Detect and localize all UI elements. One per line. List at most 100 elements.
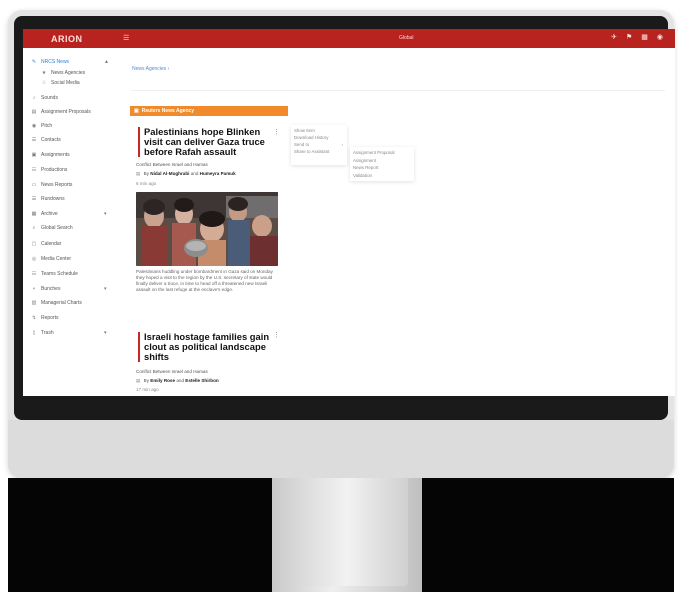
submenu-item[interactable]: Assignment — [353, 157, 411, 165]
sidebar-item-label: Global Search — [41, 225, 73, 231]
grid-icon[interactable]: ▦ — [641, 33, 648, 41]
sidebar-item[interactable]: ☷ Productions — [31, 166, 68, 174]
sidebar: ✎ NRCS News ▲ ★ News Agencies ♧ Social Media ♪ S… — [23, 48, 121, 396]
chevron-up-icon[interactable]: ▲ — [104, 59, 109, 65]
author-icon: ▤ — [136, 378, 141, 383]
sidebar-item[interactable]: ♧ Social Media — [41, 79, 80, 87]
sidebar-item[interactable]: ▤ Assignment Proposals — [31, 108, 91, 116]
star-icon: ★ — [41, 70, 47, 76]
sidebar-item[interactable]: ↯ Reports — [31, 314, 59, 322]
desktop-scene: ARION ☰ Global ✈ ⚑ ▦ ◉ ✎ NRCS News ▲ ★ News … — [0, 0, 678, 592]
sidebar-item[interactable]: ▯ Trash — [31, 329, 54, 337]
sidebar-item-label: Reports — [41, 315, 59, 321]
sidebar-item[interactable]: ▣ Assignments — [31, 151, 70, 159]
kebab-menu-icon[interactable]: ⋮ — [273, 331, 280, 339]
article-category: Conflict Between Israel and Hamas — [136, 369, 208, 374]
sidebar-item[interactable]: ☰ Contacts — [31, 136, 61, 144]
article-time: 6 min ago — [136, 181, 157, 186]
global-search[interactable]: Global — [399, 35, 413, 41]
app-window: ARION ☰ Global ✈ ⚑ ▦ ◉ ✎ NRCS News ▲ ★ News … — [23, 29, 675, 396]
proposal-icon: ▤ — [31, 109, 37, 115]
sidebar-item-label: Managerial Charts — [41, 300, 82, 306]
report-icon: ↯ — [31, 315, 37, 321]
archive-icon: ▦ — [31, 211, 37, 217]
top-icons: ✈ ⚑ ▦ ◉ — [611, 33, 663, 41]
context-menu-item[interactable]: Show Item — [294, 127, 344, 134]
sidebar-item-label: News Reports — [41, 182, 73, 188]
pin-icon[interactable]: ✈ — [611, 33, 617, 41]
sidebar-item[interactable]: ▭ News Reports — [31, 181, 73, 189]
rundowns-icon: ☰ — [31, 196, 37, 202]
breadcrumb[interactable]: News Agencies › — [132, 66, 169, 72]
article-title[interactable]: Palestinians hope Blinken visit can deli… — [138, 127, 276, 157]
pitch-icon: ◉ — [31, 123, 37, 129]
menu-icon[interactable]: ☰ — [123, 34, 129, 42]
chevron-down-icon[interactable]: ▾ — [104, 286, 107, 292]
sidebar-item-label: Assignments — [41, 152, 70, 158]
flag-icon[interactable]: ⚑ — [626, 33, 632, 41]
share-icon: ♧ — [41, 80, 47, 86]
news-icon: ✎ — [31, 59, 37, 65]
chevron-down-icon[interactable]: ▾ — [104, 330, 107, 336]
sidebar-item-label: Calendar — [41, 241, 62, 247]
chevron-down-icon[interactable]: ▾ — [104, 211, 107, 217]
brand-logo[interactable]: ARION — [51, 34, 83, 44]
sidebar-item[interactable]: ▦ Archive — [31, 210, 58, 218]
search-icon: ⌕ — [32, 225, 36, 231]
sidebar-item[interactable]: ◎ Media Center — [31, 255, 71, 263]
music-icon: ♪ — [32, 95, 36, 101]
trash-icon: ▯ — [32, 330, 36, 336]
column-title: Reuters News Agency — [141, 108, 195, 114]
sidebar-item-label: Archive — [41, 211, 58, 217]
context-menu-item[interactable]: Share to Assistant — [294, 148, 344, 155]
user-avatar-icon[interactable]: ◉ — [657, 33, 663, 41]
monitor-stand — [272, 478, 422, 592]
send-to-submenu: Assignment Proposal Assignment News Repo… — [350, 147, 414, 181]
sidebar-item[interactable]: ♪ Sounds — [31, 94, 58, 102]
sidebar-item[interactable]: ☷ Teams Schedule — [31, 270, 78, 278]
monitor-chin — [8, 420, 674, 478]
assignments-icon: ▣ — [31, 152, 37, 158]
sidebar-item-label: Social Media — [51, 80, 80, 86]
chevron-right-icon: › — [341, 142, 343, 147]
calendar-icon: ▢ — [31, 241, 37, 247]
context-menu-item[interactable]: Send to › — [294, 141, 344, 148]
sidebar-item-label: Teams Schedule — [41, 271, 78, 277]
submenu-item[interactable]: News Report — [353, 164, 411, 172]
context-menu-item[interactable]: Download History — [294, 134, 344, 141]
charts-icon: ▥ — [31, 300, 37, 306]
article-title[interactable]: Israeli hostage families gain clout as p… — [138, 332, 276, 362]
crowd-photo — [136, 192, 278, 266]
sidebar-item[interactable]: ✎ NRCS News — [31, 58, 69, 66]
article-byline: ▤ By Emily Rose and Estelle Shirbon — [136, 378, 219, 383]
sidebar-item-label: Sounds — [41, 95, 58, 101]
column-header: ▣ Reuters News Agency — [130, 106, 288, 116]
top-bar: ARION ☰ Global ✈ ⚑ ▦ ◉ — [23, 29, 675, 48]
sidebar-item[interactable]: ⑂ Bunches — [31, 285, 60, 293]
sidebar-item[interactable]: ⌕ Global Search — [31, 224, 73, 232]
sidebar-item-label: Pitch — [41, 123, 53, 129]
article-category: Conflict Between Israel and Hamas — [136, 162, 208, 167]
sidebar-item[interactable]: ◉ Pitch — [31, 122, 52, 130]
article-time: 17 min ago — [136, 387, 159, 392]
article-photo[interactable] — [136, 192, 278, 266]
filter-row — [131, 83, 665, 91]
sidebar-item[interactable]: ★ News Agencies — [41, 69, 85, 77]
media-icon: ◎ — [31, 256, 37, 262]
sidebar-item-label: Contacts — [41, 137, 61, 143]
sidebar-item[interactable]: ☰ Rundowns — [31, 195, 65, 203]
bunches-icon: ⑂ — [32, 286, 36, 292]
sidebar-item[interactable]: ▢ Calendar — [31, 240, 62, 248]
sidebar-item-label: Rundowns — [41, 196, 65, 202]
submenu-item[interactable]: Assignment Proposal — [353, 149, 411, 157]
submenu-item[interactable]: Validation — [353, 172, 411, 180]
sidebar-item[interactable]: ▥ Managerial Charts — [31, 299, 82, 307]
article-byline: ▤ By Nidal Al-Mughrabi and Humeyra Pamuk — [136, 171, 236, 176]
sidebar-item-label: Trash — [41, 330, 54, 336]
article-caption: Palestinians huddling under bombardment … — [136, 269, 273, 292]
sidebar-item-label: Media Center — [41, 256, 72, 262]
context-menu: Show Item Download History Send to › Shar… — [291, 125, 347, 165]
contacts-icon: ☰ — [31, 137, 37, 143]
kebab-menu-icon[interactable]: ⋮ — [273, 128, 280, 136]
feed-icon: ▣ — [134, 108, 139, 114]
